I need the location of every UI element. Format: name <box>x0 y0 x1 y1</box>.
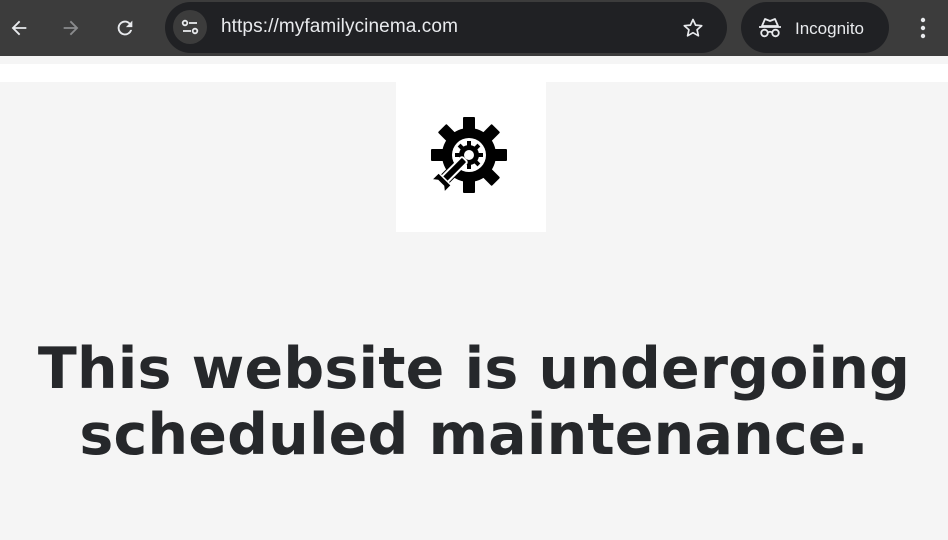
tune-icon <box>181 19 199 35</box>
url-text[interactable]: https://myfamilycinema.com <box>221 16 458 38</box>
page-top-strip <box>0 64 948 82</box>
incognito-chip[interactable]: Incognito <box>741 2 889 53</box>
reload-button[interactable] <box>106 8 144 48</box>
site-logo <box>396 82 546 232</box>
site-info-button[interactable] <box>173 10 207 44</box>
back-arrow-icon <box>11 20 27 36</box>
forward-arrow-icon <box>63 20 79 36</box>
maintenance-heading: This website is undergoing scheduled mai… <box>0 336 948 468</box>
kebab-menu-icon <box>920 17 926 39</box>
incognito-label: Incognito <box>795 19 864 38</box>
heading-line-2: scheduled maintenance. <box>79 402 869 468</box>
heading-line-1: This website is undergoing <box>37 336 911 402</box>
back-button[interactable] <box>0 8 38 48</box>
browser-toolbar: https://myfamilycinema.com Incognito <box>0 0 948 56</box>
bookmark-button[interactable] <box>679 14 707 42</box>
menu-button[interactable] <box>906 10 940 46</box>
gear-wrench-icon <box>431 117 507 195</box>
reload-icon <box>117 20 133 36</box>
star-icon <box>683 18 703 37</box>
incognito-icon <box>759 18 781 38</box>
forward-button[interactable] <box>52 8 90 48</box>
address-bar[interactable]: https://myfamilycinema.com <box>165 2 727 53</box>
